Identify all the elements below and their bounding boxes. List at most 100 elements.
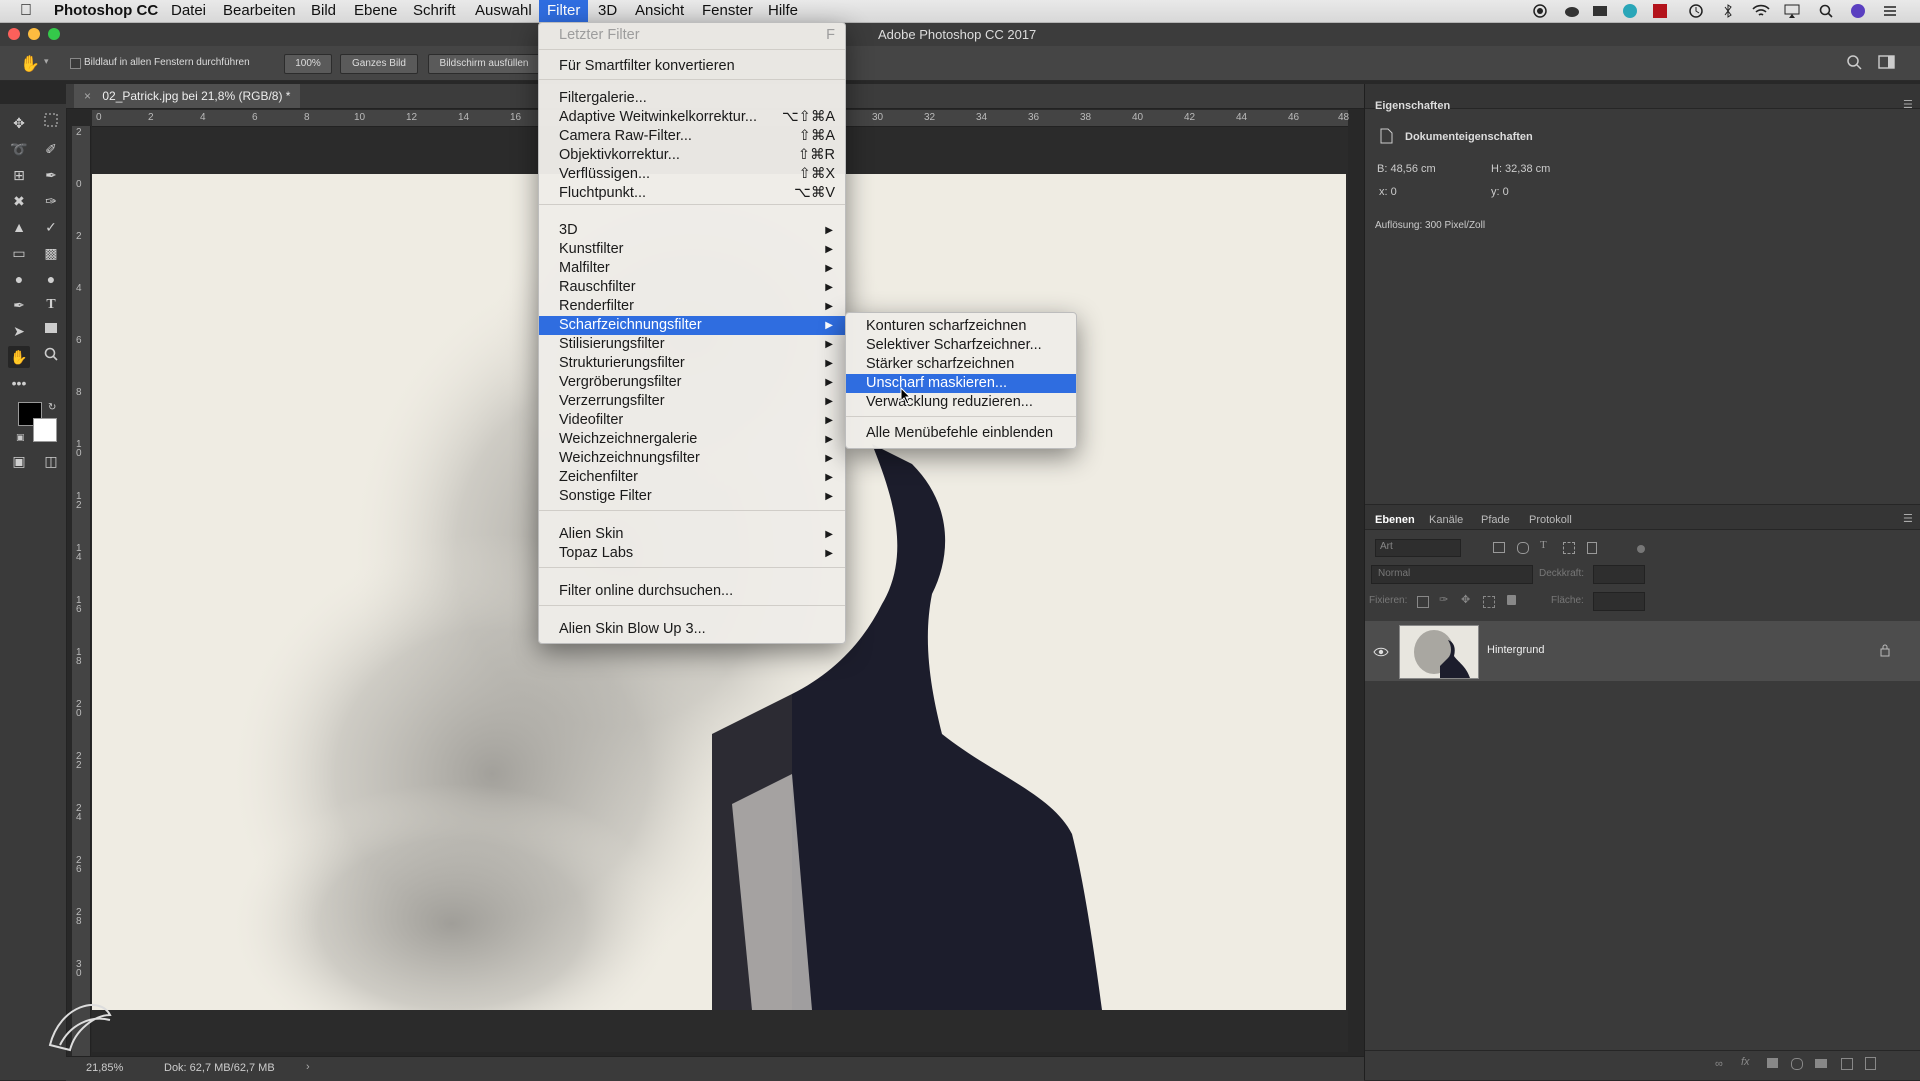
eyedropper-tool-icon[interactable]: ✒ (40, 164, 62, 186)
layer-name[interactable]: Hintergrund (1487, 644, 1544, 656)
apple-icon[interactable]:  (20, 0, 32, 22)
filter-menu-item[interactable]: Stilisierungsfilter ▶ (539, 335, 845, 354)
airplay-icon[interactable] (1784, 3, 1800, 19)
search-icon[interactable] (1846, 54, 1862, 75)
notification-center-icon[interactable] (1882, 3, 1898, 19)
filter-menu-item[interactable]: Malfilter ▶ (539, 259, 845, 278)
tool-preset-chevron-icon[interactable]: ▾ (44, 56, 49, 67)
filter-menu-item[interactable]: Sonstige Filter ▶ (539, 487, 845, 506)
gradient-tool-icon[interactable]: ▩ (40, 242, 62, 264)
marquee-tool-icon[interactable] (40, 112, 62, 134)
quick-select-tool-icon[interactable]: ✐ (40, 138, 62, 160)
brush-tool-icon[interactable]: ✑ (40, 190, 62, 212)
tab-history[interactable]: Protokoll (1529, 514, 1572, 526)
filter-menu-item[interactable]: Scharfzeichnungsfilter ▶ (539, 316, 845, 335)
filter-shape-icon[interactable] (1563, 542, 1575, 554)
lock-all-icon[interactable] (1507, 595, 1516, 605)
fill-input[interactable] (1593, 592, 1645, 611)
layer-visibility-eye-icon[interactable] (1373, 645, 1389, 663)
filter-menu-item[interactable]: Renderfilter ▶ (539, 297, 845, 316)
shape-tool-icon[interactable] (40, 320, 62, 342)
menu-ebene[interactable]: Ebene (354, 0, 397, 22)
status-arrow-icon[interactable]: › (306, 1061, 310, 1073)
filter-menu-item[interactable]: Für Smartfilter konvertieren (539, 57, 845, 76)
document-tab[interactable]: × 02_Patrick.jpg bei 21,8% (RGB/8) * (74, 84, 301, 108)
filter-toggle-icon[interactable] (1637, 545, 1645, 553)
eraser-tool-icon[interactable]: ▭ (8, 242, 30, 264)
new-layer-icon[interactable] (1841, 1058, 1853, 1070)
filter-menu-item[interactable]: Objektivkorrektur... ⇧⌘R (539, 146, 845, 165)
filter-menu-item[interactable]: Camera Raw-Filter... ⇧⌘A (539, 127, 845, 146)
menu-filter[interactable]: Filter (539, 0, 589, 22)
record-icon[interactable] (1532, 3, 1548, 19)
crop-tool-icon[interactable]: ⊞ (8, 164, 30, 186)
background-color-swatch[interactable] (33, 418, 57, 442)
tab-layers[interactable]: Ebenen (1375, 514, 1415, 526)
bluetooth-icon[interactable] (1720, 3, 1736, 19)
blend-mode-select[interactable]: Normal (1371, 565, 1533, 584)
filter-menu-item[interactable]: Videofilter ▶ (539, 411, 845, 430)
hand-tool-icon[interactable]: ✋ (20, 54, 40, 74)
healing-tool-icon[interactable]: ✖ (8, 190, 30, 212)
layer-style-fx-icon[interactable]: fx (1741, 1056, 1750, 1068)
properties-menu-icon[interactable]: ☰ (1903, 98, 1913, 111)
swap-colors-icon[interactable]: ↻ (48, 402, 56, 413)
menu-bearbeiten[interactable]: Bearbeiten (223, 0, 296, 22)
filter-menu-item[interactable]: Strukturierungsfilter ▶ (539, 354, 845, 373)
lasso-tool-icon[interactable]: ➰ (8, 138, 30, 160)
hand-tool-icon[interactable]: ✋ (8, 346, 30, 368)
close-window-button[interactable] (8, 28, 20, 40)
zoom-tool-icon[interactable] (40, 346, 62, 368)
zoom-100-button[interactable]: 100% (284, 54, 332, 74)
pen-tool-icon[interactable]: ✒ (8, 294, 30, 316)
move-tool-icon[interactable]: ✥ (8, 112, 30, 134)
history-brush-icon[interactable]: ✓ (40, 216, 62, 238)
close-tab-icon[interactable]: × (84, 89, 91, 103)
filter-menu-item[interactable]: Kunstfilter ▶ (539, 240, 845, 259)
lock-paint-icon[interactable]: ✑ (1439, 593, 1448, 606)
more-tools-icon[interactable]: ••• (8, 372, 30, 394)
opacity-input[interactable] (1593, 565, 1645, 584)
filter-menu-item[interactable]: Weichzeichnungsfilter ▶ (539, 449, 845, 468)
creative-cloud-icon[interactable] (1564, 3, 1580, 19)
lock-artboard-icon[interactable] (1483, 596, 1495, 608)
menu-datei[interactable]: Datei (171, 0, 206, 22)
time-machine-icon[interactable] (1688, 3, 1704, 19)
wifi-icon[interactable] (1752, 3, 1770, 19)
filter-menu-item[interactable]: 3D ▶ (539, 221, 845, 240)
default-colors-icon[interactable]: ▣ (16, 432, 25, 443)
siri-icon[interactable] (1850, 3, 1866, 19)
sharpen-submenu-item[interactable]: Unscharf maskieren... (846, 374, 1076, 393)
menu-fenster[interactable]: Fenster (702, 0, 753, 22)
menu-hilfe[interactable]: Hilfe (768, 0, 798, 22)
sharpen-submenu-item[interactable]: Verwacklung reduzieren... (846, 393, 1076, 412)
sharpen-submenu-item[interactable]: Stärker scharfzeichnen (846, 355, 1076, 374)
filter-menu-item[interactable]: Topaz Labs ▶ (539, 544, 845, 563)
properties-panel-title[interactable]: Eigenschaften (1375, 100, 1450, 112)
menu-ansicht[interactable]: Ansicht (635, 0, 684, 22)
menu-bild[interactable]: Bild (311, 0, 336, 22)
link-layers-icon[interactable]: ∞ (1715, 1058, 1723, 1070)
filter-menu-item[interactable]: Fluchtpunkt... ⌥⌘V (539, 184, 845, 203)
sync-icon[interactable] (1622, 3, 1638, 19)
delete-layer-icon[interactable] (1865, 1057, 1876, 1070)
new-group-icon[interactable] (1815, 1059, 1827, 1068)
layer-thumbnail[interactable] (1399, 625, 1479, 679)
maximize-window-button[interactable] (48, 28, 60, 40)
lock-position-icon[interactable]: ✥ (1461, 593, 1470, 606)
filter-smart-icon[interactable] (1587, 542, 1597, 554)
sharpen-submenu-item[interactable]: Konturen scharfzeichnen (846, 317, 1076, 336)
sharpen-submenu-item[interactable]: Alle Menübefehle einblenden (846, 424, 1076, 443)
stamp-tool-icon[interactable]: ▲ (8, 216, 30, 238)
menu-auswahl[interactable]: Auswahl (475, 0, 532, 22)
layer-row[interactable]: Hintergrund (1365, 621, 1920, 681)
sharpen-submenu-item[interactable]: Selektiver Scharfzeichner... (846, 336, 1076, 355)
layer-filter-search[interactable]: Art (1375, 539, 1461, 557)
filter-menu-item[interactable]: Adaptive Weitwinkelkorrektur... ⌥⇧⌘A (539, 108, 845, 127)
workspace-icon[interactable] (1878, 54, 1896, 75)
menu-3d[interactable]: 3D (598, 0, 617, 22)
screen-mode-icon[interactable]: ◫ (40, 450, 62, 472)
filter-type-icon[interactable]: T (1540, 539, 1547, 551)
menu-app-name[interactable]: Photoshop CC (54, 0, 158, 22)
fit-screen-button[interactable]: Ganzes Bild (340, 54, 418, 74)
